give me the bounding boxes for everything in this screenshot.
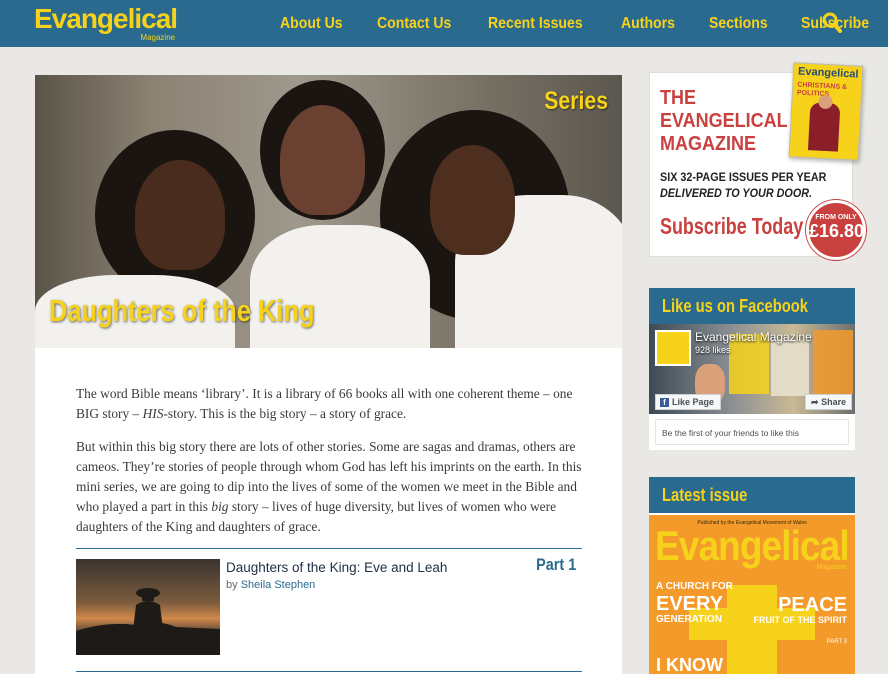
facebook-heading: Like us on Facebook (649, 288, 855, 324)
ad-issues-text: SIX 32-PAGE ISSUES PER YEAR (660, 170, 827, 184)
facebook-widget: Like us on Facebook Evangelical Magazine… (649, 288, 855, 450)
subscribe-ad[interactable]: THE EVANGELICAL MAGAZINE SIX 32-PAGE ISS… (649, 62, 866, 260)
facebook-share-button[interactable]: ➦ Share (805, 394, 853, 410)
entry-author-link[interactable]: Sheila Stephen (241, 579, 316, 591)
facebook-cover[interactable]: Evangelical Magazine 928 likes f Like Pag… (649, 324, 855, 414)
nav-sections[interactable]: Sections (709, 15, 768, 33)
ad-magazine-cover: Evangelical CHRISTIANS & POLITICS (788, 62, 864, 161)
logo-text: Evangelical (34, 3, 178, 34)
latest-issue-cover[interactable]: Published by the Evangelical Movement of… (649, 515, 855, 674)
nav-recent-issues[interactable]: Recent Issues (488, 15, 583, 33)
facebook-page-avatar[interactable] (655, 330, 691, 366)
site-logo[interactable]: Evangelical Magazine (34, 3, 178, 43)
article-paragraph: But within this big story there are lots… (76, 439, 582, 534)
latest-issue-widget: Latest issue Published by the Evangelica… (649, 477, 855, 674)
article-paragraph: The word Bible means ‘library’. It is a … (76, 386, 573, 421)
facebook-like-button[interactable]: f Like Page (655, 394, 722, 410)
entry-byline: by Sheila Stephen (226, 579, 316, 591)
series-entry[interactable]: Daughters of the King: Eve and Leah by S… (76, 548, 582, 672)
entry-part-label: Part 1 (535, 555, 576, 574)
facebook-page-name[interactable]: Evangelical Magazine (695, 330, 812, 344)
price-badge: FROM ONLY £16.80 (806, 200, 866, 260)
logo-subtext: Magazine (140, 33, 176, 42)
article-body: The word Bible means ‘library’. It is a … (76, 384, 582, 550)
main-content: Series Daughters of the King The word Bi… (35, 75, 622, 674)
nav-contact-us[interactable]: Contact Us (377, 15, 451, 33)
entry-thumbnail[interactable] (76, 559, 220, 655)
ad-subscribe-cta[interactable]: Subscribe Today (660, 213, 803, 240)
facebook-likes-count: 928 likes (695, 345, 731, 355)
hero-image: Series Daughters of the King (35, 75, 622, 348)
facebook-icon: f (660, 398, 669, 407)
cover-title: Evangelical (655, 522, 850, 569)
share-icon: ➦ (811, 397, 819, 407)
divider (76, 671, 582, 672)
search-icon[interactable] (822, 12, 842, 34)
latest-issue-heading: Latest issue (649, 477, 855, 513)
hero-series-label: Series (544, 87, 608, 115)
nav-about-us[interactable]: About Us (280, 15, 343, 33)
entry-title-link[interactable]: Daughters of the King: Eve and Leah (226, 560, 447, 575)
main-nav: About Us Contact Us Recent Issues Author… (280, 0, 888, 47)
facebook-friends-text: Be the first of your friends to like thi… (655, 419, 849, 445)
site-header: Evangelical Magazine About Us Contact Us… (0, 0, 888, 47)
ad-title: THE EVANGELICAL MAGAZINE (660, 87, 788, 155)
hero-title: Daughters of the King (49, 293, 315, 328)
ad-delivery-text: DELIVERED TO YOUR DOOR. (660, 186, 813, 200)
nav-authors[interactable]: Authors (621, 15, 675, 33)
